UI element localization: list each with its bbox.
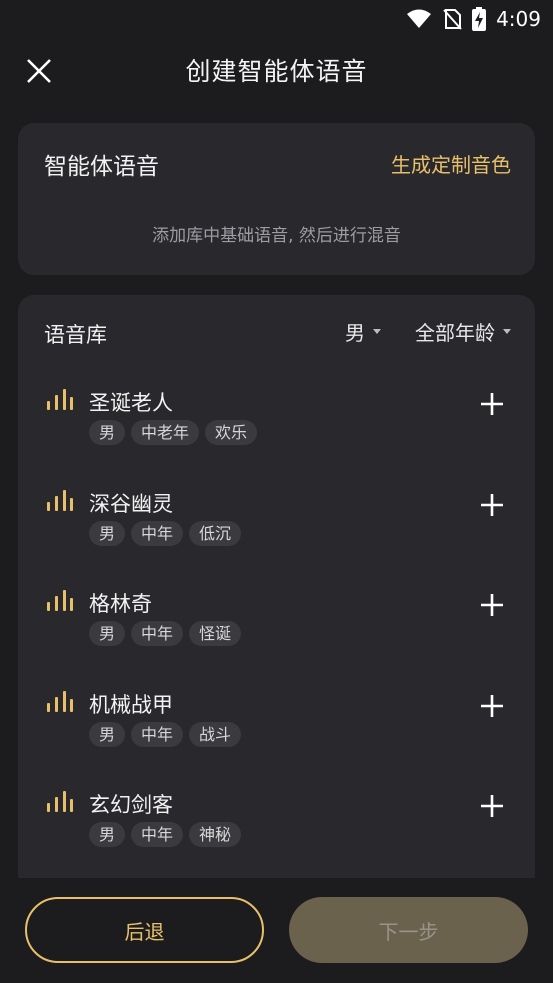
voice-tag: 中老年 [131, 420, 200, 445]
caret-down-icon [373, 329, 381, 334]
voice-tag: 低沉 [189, 520, 242, 546]
voice-name: 圣诞老人 [89, 391, 173, 415]
voice-item[interactable]: 圣诞老人 男 中老年 欢乐 [18, 377, 535, 478]
voice-library-card: 语音库 男 全部年龄 圣诞老人 男 中老年 欢乐 深谷幽灵 男 中年 低沉 格林… [18, 295, 535, 895]
voice-tag: 男 [89, 520, 126, 546]
voice-library-title: 语音库 [44, 323, 107, 347]
add-icon[interactable] [479, 592, 505, 618]
next-step-button[interactable]: 下一步 [289, 897, 528, 963]
voice-item[interactable]: 深谷幽灵 男 中年 低沉 [18, 478, 535, 579]
voice-name: 玄幻剑客 [89, 793, 173, 817]
add-icon[interactable] [479, 793, 505, 819]
agent-voice-card: 智能体语音 生成定制音色 添加库中基础语音, 然后进行混音 [18, 123, 535, 275]
voice-tag: 中年 [131, 721, 184, 747]
voice-name: 机械战甲 [89, 692, 173, 717]
voice-tag: 神秘 [189, 822, 242, 847]
status-bar: 4:09 [0, 0, 553, 38]
page-title: 创建智能体语音 [185, 57, 368, 86]
age-filter-dropdown[interactable]: 全部年龄 [415, 317, 511, 346]
age-filter-value: 全部年龄 [415, 321, 495, 345]
caret-down-icon [503, 329, 511, 334]
voice-tag: 中年 [131, 520, 184, 546]
bottom-action-bar: 后退 下一步 [0, 878, 553, 983]
voice-item[interactable]: 玄幻剑客 男 中年 神秘 [18, 779, 535, 880]
gender-filter-value: 男 [345, 321, 365, 345]
add-icon[interactable] [479, 693, 505, 719]
voice-tag: 男 [89, 621, 126, 646]
voice-list: 圣诞老人 男 中老年 欢乐 深谷幽灵 男 中年 低沉 格林奇 男 中年 怪诞 机… [18, 377, 535, 880]
voice-tag: 战斗 [189, 721, 242, 747]
battery-charging-icon [472, 7, 487, 31]
close-icon [27, 59, 51, 83]
no-sim-icon [442, 8, 462, 30]
audio-wave-icon[interactable] [46, 789, 74, 817]
voice-name: 格林奇 [89, 592, 152, 616]
agent-voice-hint: 添加库中基础语音, 然后进行混音 [152, 226, 401, 246]
close-button[interactable] [22, 54, 56, 88]
voice-tag: 男 [89, 721, 126, 747]
voice-tags: 男 中年 低沉 [89, 520, 242, 546]
header: 创建智能体语音 [0, 44, 553, 96]
agent-voice-title: 智能体语音 [44, 154, 159, 180]
voice-tag: 中年 [131, 621, 184, 646]
voice-tag: 中年 [131, 822, 184, 847]
voice-tag: 欢乐 [205, 420, 258, 445]
voice-item[interactable]: 机械战甲 男 中年 战斗 [18, 679, 535, 780]
generate-custom-voice-link[interactable]: 生成定制音色 [391, 149, 511, 178]
audio-wave-icon[interactable] [46, 588, 74, 616]
audio-wave-icon[interactable] [46, 689, 74, 717]
voice-tags: 男 中年 怪诞 [89, 621, 242, 646]
back-button[interactable]: 后退 [25, 897, 264, 963]
audio-wave-icon[interactable] [46, 488, 74, 516]
audio-wave-icon[interactable] [46, 387, 74, 415]
voice-tags: 男 中老年 欢乐 [89, 420, 258, 445]
voice-tags: 男 中年 战斗 [89, 721, 242, 747]
voice-name: 深谷幽灵 [89, 491, 173, 516]
voice-tag: 男 [89, 420, 126, 445]
status-time: 4:09 [496, 7, 541, 31]
wifi-icon [406, 8, 432, 30]
add-icon[interactable] [479, 492, 505, 518]
gender-filter-dropdown[interactable]: 男 [345, 317, 381, 346]
voice-tag: 男 [89, 822, 126, 847]
voice-tags: 男 中年 神秘 [89, 822, 242, 847]
voice-tag: 怪诞 [189, 621, 242, 646]
voice-item[interactable]: 格林奇 男 中年 怪诞 [18, 578, 535, 679]
add-icon[interactable] [479, 391, 505, 417]
